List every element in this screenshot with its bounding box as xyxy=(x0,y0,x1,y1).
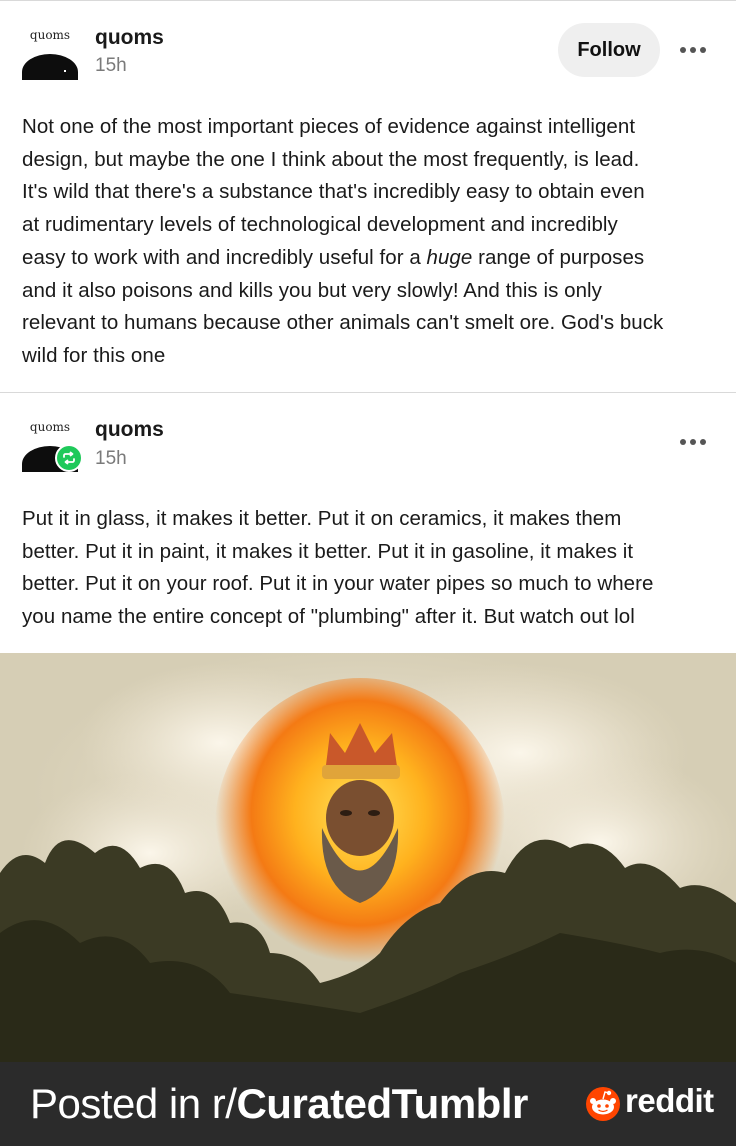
body-line: better. Put it on your roof. Put it in y… xyxy=(22,572,654,596)
body-line: at rudimentary levels of technological d… xyxy=(22,213,618,237)
username[interactable]: quoms xyxy=(95,26,164,50)
post-image[interactable] xyxy=(0,653,736,1063)
avatar-dot xyxy=(64,70,66,72)
more-options-icon[interactable] xyxy=(676,432,710,452)
body-line: wild for this one xyxy=(22,343,166,367)
reddit-logo-icon xyxy=(586,1087,620,1121)
body-line: better. Put it in paint, it makes it bet… xyxy=(22,539,634,563)
body-segment: range of purposes xyxy=(472,245,645,269)
reblog-icon xyxy=(55,444,83,472)
illustration xyxy=(0,653,736,1063)
avatar-label: quoms xyxy=(29,420,71,434)
top-divider xyxy=(0,0,736,1)
username[interactable]: quoms xyxy=(95,418,164,442)
body-line: relevant to humans because other animals… xyxy=(22,311,664,335)
body-line: It's wild that there's a substance that'… xyxy=(22,180,645,204)
post-body: Put it in glass, it makes it better. Put… xyxy=(22,503,722,634)
avatar[interactable]: quoms xyxy=(22,24,78,80)
body-line: Not one of the most important pieces of … xyxy=(22,115,636,138)
footer-prefix: Posted in r/ xyxy=(30,1080,237,1127)
body-line: design, but maybe the one I think about … xyxy=(22,147,640,171)
body-segment: easy to work with and incredibly useful … xyxy=(22,245,427,269)
avatar-shape xyxy=(22,54,78,80)
post-time: 15h xyxy=(95,55,127,76)
follow-button[interactable]: Follow xyxy=(558,23,660,77)
body-line: and it also poisons and kills you but ve… xyxy=(22,278,602,302)
body-line: easy to work with and incredibly useful … xyxy=(22,242,722,275)
reddit-wordmark: reddit xyxy=(625,1082,714,1119)
post-body: Not one of the most important pieces of … xyxy=(22,111,722,373)
subreddit-name[interactable]: CuratedTumblr xyxy=(236,1080,528,1127)
body-line: you name the entire concept of "plumbing… xyxy=(22,605,635,629)
post-divider xyxy=(0,392,736,393)
body-emphasis: huge xyxy=(426,245,473,269)
body-line: Put it in glass, it makes it better. Put… xyxy=(22,507,622,530)
avatar-label: quoms xyxy=(29,28,71,42)
footer-caption: Posted in r/CuratedTumblr xyxy=(30,1080,528,1128)
post-time: 15h xyxy=(95,448,127,469)
more-options-icon[interactable] xyxy=(676,40,710,60)
